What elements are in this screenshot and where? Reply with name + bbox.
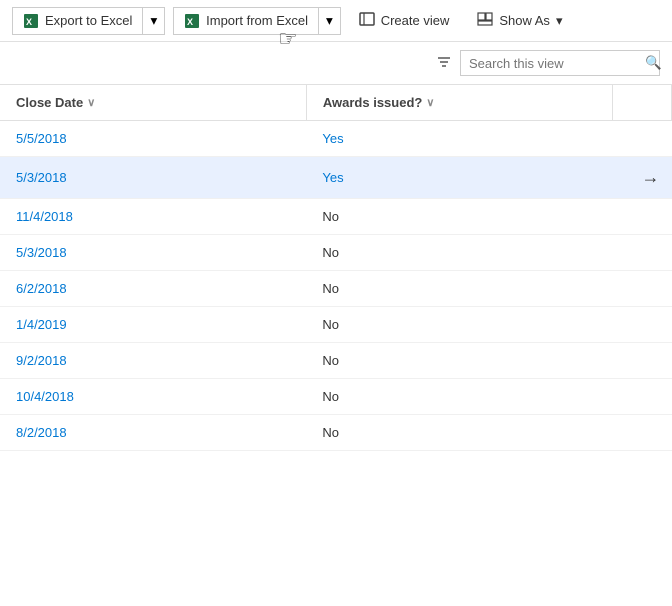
search-bar-row: 🔍: [0, 42, 672, 85]
table-row[interactable]: 8/2/2018No: [0, 415, 672, 451]
table-row[interactable]: 10/4/2018No: [0, 379, 672, 415]
import-from-excel-button[interactable]: X Import from Excel: [173, 7, 319, 35]
search-input[interactable]: [469, 56, 645, 71]
cell-close-date: 11/4/2018: [0, 199, 306, 235]
cell-awards-issued: No: [306, 307, 612, 343]
cell-awards-issued: No: [306, 199, 612, 235]
col-header-awards-issued[interactable]: Awards issued? ∨: [306, 85, 612, 121]
close-date-header-label: Close Date: [16, 95, 83, 110]
show-as-icon: [477, 11, 493, 30]
import-dropdown-button[interactable]: ▾: [319, 7, 341, 35]
cell-awards-issued: Yes: [306, 157, 612, 199]
filter-icon[interactable]: [436, 54, 452, 73]
cell-close-date: 9/2/2018: [0, 343, 306, 379]
row-arrow-icon[interactable]: →: [642, 167, 660, 187]
toolbar: X Export to Excel ▾ X Import from Excel: [0, 0, 672, 42]
cell-row-action: [613, 235, 672, 271]
cell-close-date: 8/2/2018: [0, 415, 306, 451]
cell-row-action: [613, 379, 672, 415]
create-view-label: Create view: [381, 13, 450, 28]
cell-row-action: [613, 415, 672, 451]
awards-sort-icon: ∨: [426, 96, 434, 109]
cell-row-action: [613, 343, 672, 379]
cell-awards-issued: No: [306, 235, 612, 271]
table-row[interactable]: 5/5/2018Yes: [0, 121, 672, 157]
show-as-button[interactable]: Show As ▾: [467, 6, 572, 35]
svg-text:X: X: [26, 17, 32, 27]
cell-row-action: [613, 121, 672, 157]
import-label: Import from Excel: [206, 13, 308, 28]
cell-close-date: 5/3/2018: [0, 235, 306, 271]
search-icon: 🔍: [645, 55, 662, 70]
table-row[interactable]: 9/2/2018No: [0, 343, 672, 379]
cell-close-date: 5/3/2018: [0, 157, 306, 199]
search-submit-button[interactable]: 🔍: [645, 55, 662, 71]
table-row[interactable]: 6/2/2018No: [0, 271, 672, 307]
cell-close-date: 10/4/2018: [0, 379, 306, 415]
cell-row-action: [613, 271, 672, 307]
show-as-chevron-icon: ▾: [556, 13, 563, 29]
export-chevron-icon: ▾: [150, 13, 157, 29]
cell-awards-issued: No: [306, 271, 612, 307]
show-as-label: Show As: [499, 13, 550, 28]
table-row[interactable]: 5/3/2018No: [0, 235, 672, 271]
create-view-button[interactable]: Create view: [349, 6, 460, 35]
cell-close-date: 1/4/2019: [0, 307, 306, 343]
cell-row-action: [613, 307, 672, 343]
excel-import-icon: X: [184, 13, 200, 29]
table-header-row: Close Date ∨ Awards issued? ∨: [0, 85, 672, 121]
export-dropdown-button[interactable]: ▾: [143, 7, 165, 35]
cell-awards-issued: No: [306, 343, 612, 379]
table-row[interactable]: 5/3/2018Yes →: [0, 157, 672, 199]
search-box: 🔍: [460, 50, 660, 76]
cell-row-action: [613, 199, 672, 235]
cell-close-date: 5/5/2018: [0, 121, 306, 157]
import-btn-group: X Import from Excel ▾: [173, 7, 341, 35]
cell-awards-issued: Yes: [306, 121, 612, 157]
cell-row-action: →: [613, 157, 672, 199]
awards-issued-header-label: Awards issued?: [323, 95, 422, 110]
table-row[interactable]: 11/4/2018No: [0, 199, 672, 235]
close-date-sort-icon: ∨: [87, 96, 95, 109]
cell-close-date: 6/2/2018: [0, 271, 306, 307]
export-btn-group: X Export to Excel ▾: [12, 7, 165, 35]
data-table: Close Date ∨ Awards issued? ∨ 5/5/2018Ye…: [0, 85, 672, 451]
excel-export-icon: X: [23, 13, 39, 29]
col-header-action: [613, 85, 672, 121]
import-chevron-icon: ▾: [326, 13, 333, 29]
create-view-icon: [359, 11, 375, 30]
col-header-close-date[interactable]: Close Date ∨: [0, 85, 306, 121]
cell-awards-issued: No: [306, 415, 612, 451]
table-row[interactable]: 1/4/2019No: [0, 307, 672, 343]
export-to-excel-button[interactable]: X Export to Excel: [12, 7, 143, 35]
cell-awards-issued: No: [306, 379, 612, 415]
svg-text:X: X: [187, 17, 193, 27]
export-label: Export to Excel: [45, 13, 132, 28]
